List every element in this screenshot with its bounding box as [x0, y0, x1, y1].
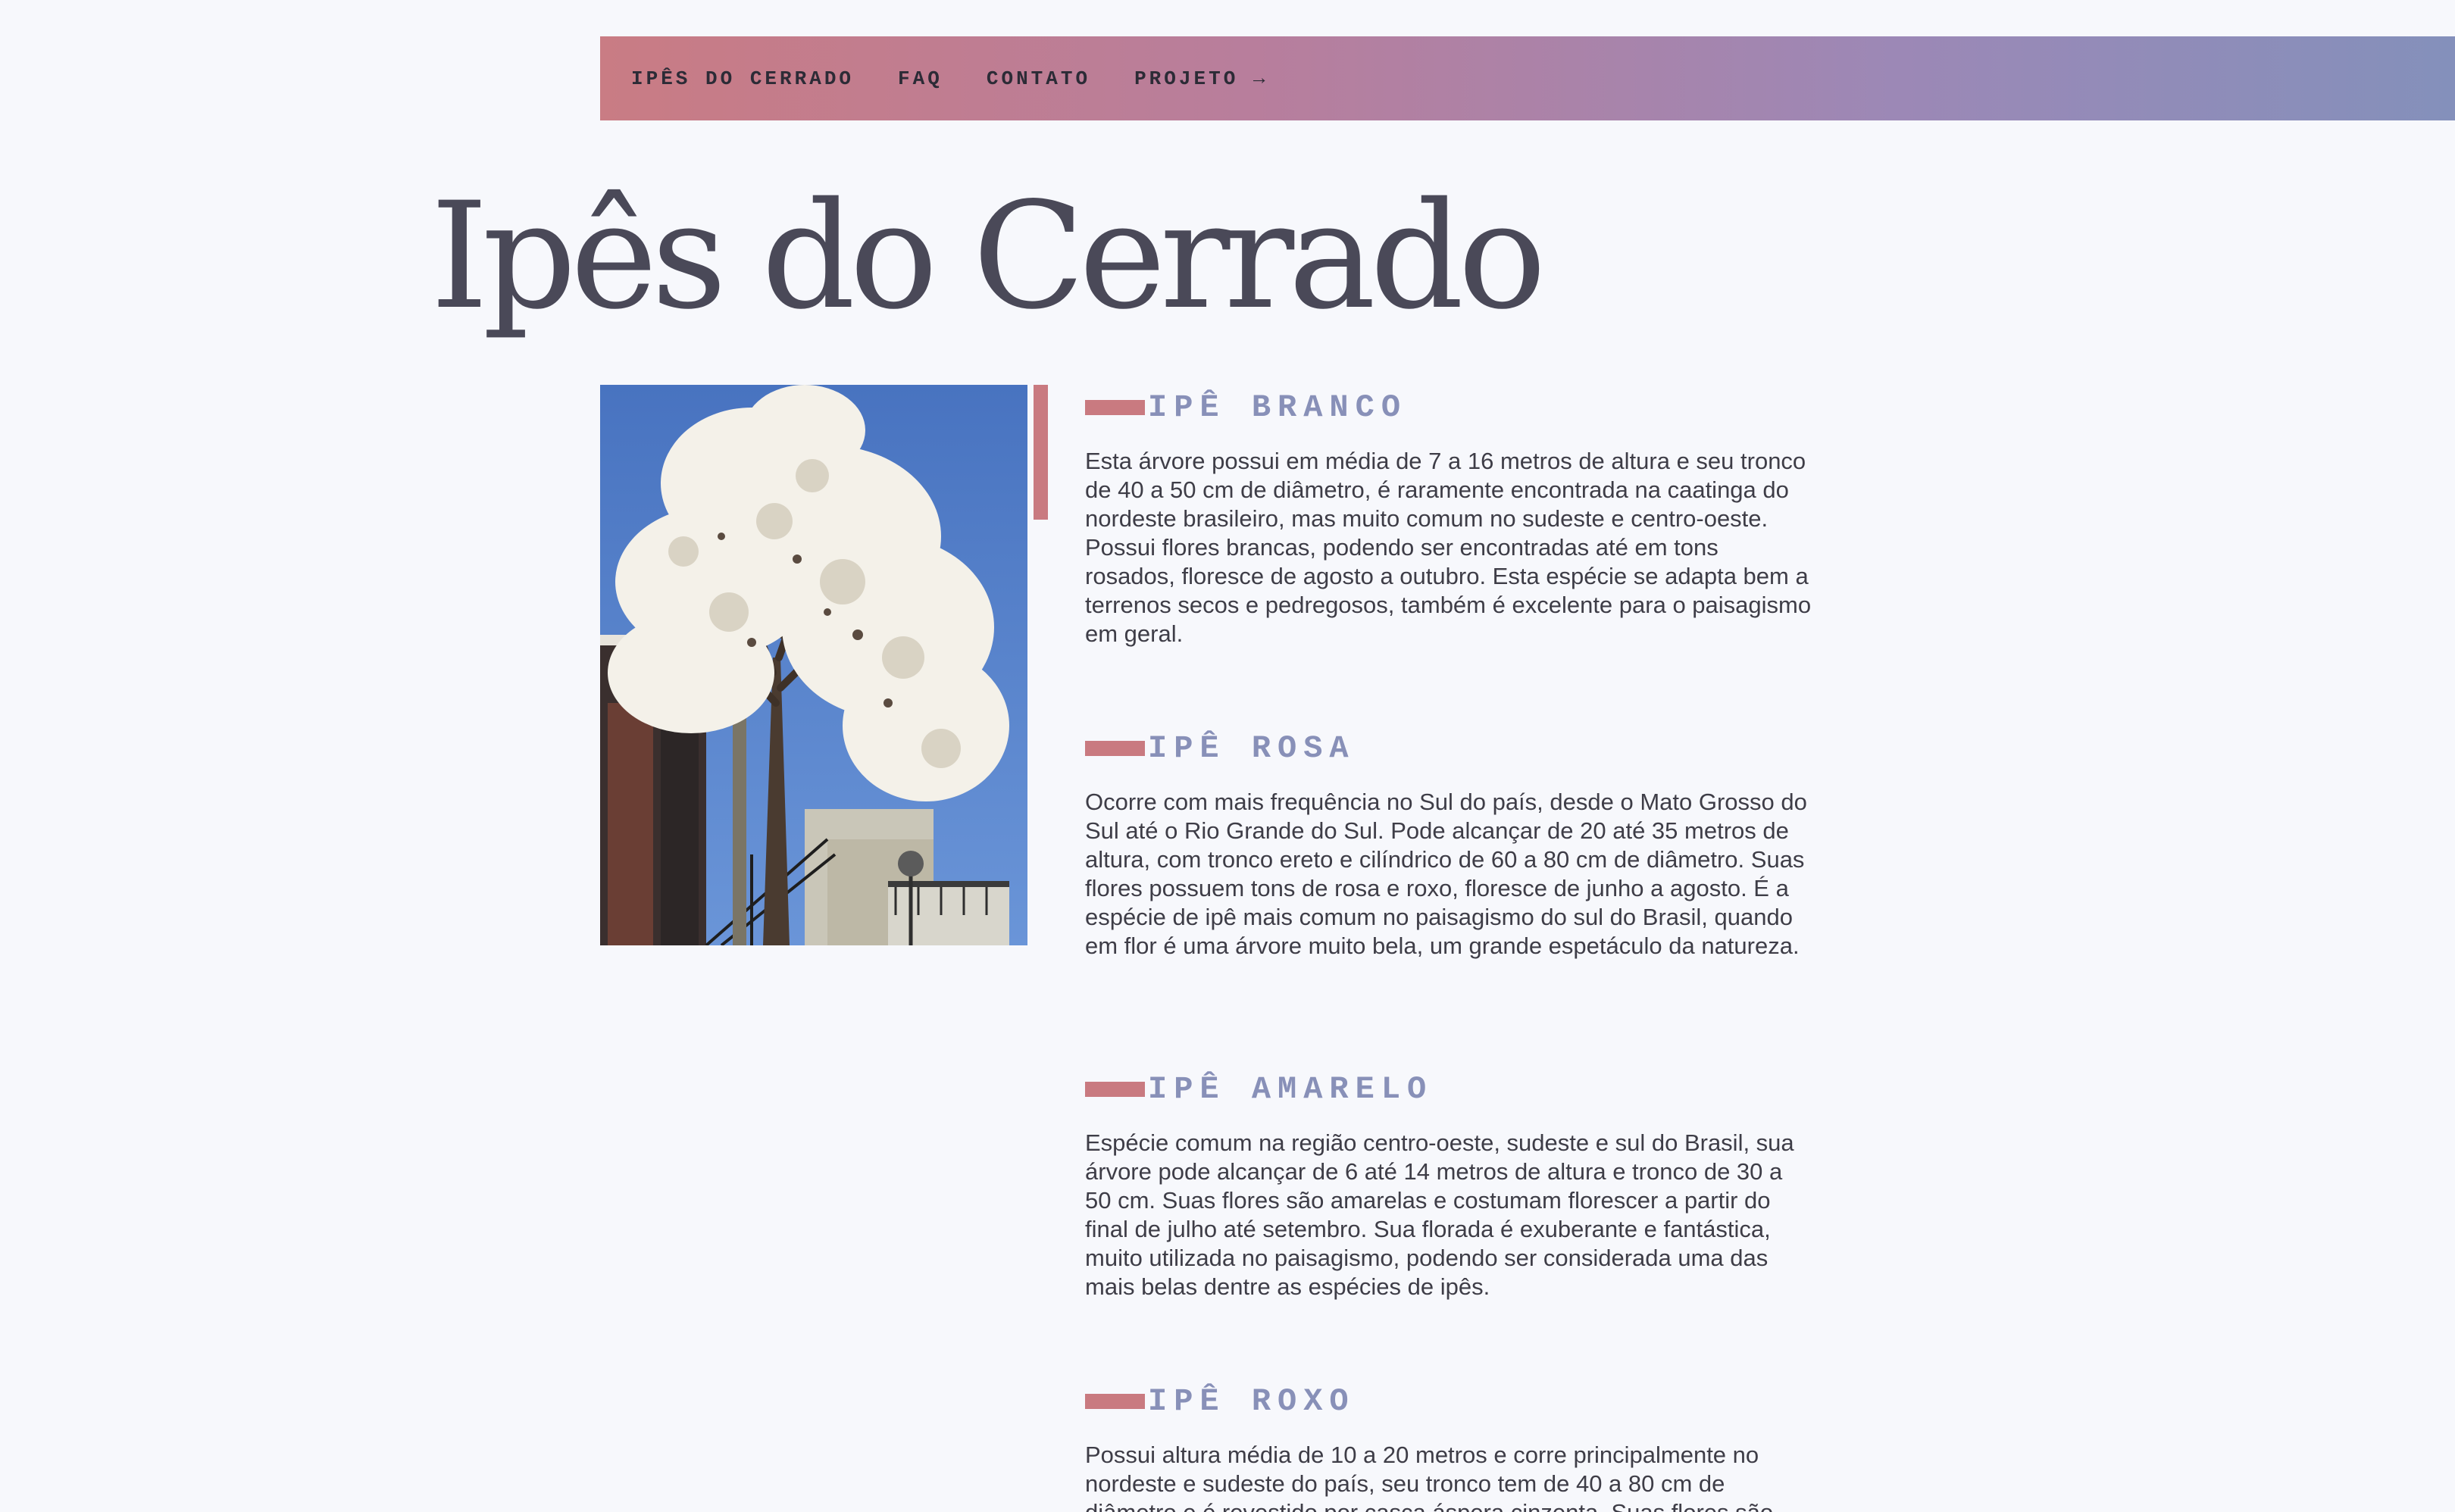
- heading-marker: [1085, 1082, 1145, 1097]
- section-description: Espécie comum na região centro-oeste, su…: [1085, 1129, 1794, 1300]
- heading-marker: [1085, 1394, 1145, 1409]
- top-navbar: IPÊS DO CERRADO FAQ CONTATO PROJETO →: [600, 36, 2455, 120]
- section-ipe-roxo: IPÊ ROXO Possui altura média de 10 a 20 …: [1085, 1379, 1812, 1512]
- section-description: Possui altura média de 10 a 20 metros e …: [1085, 1442, 1773, 1512]
- section-title: IPÊ AMARELO: [1148, 1071, 1434, 1107]
- nav-link-faq[interactable]: FAQ: [898, 67, 943, 90]
- nav-link-contato[interactable]: CONTATO: [987, 67, 1090, 90]
- section-heading: IPÊ BRANCO: [1085, 385, 1812, 430]
- section-ipe-rosa: IPÊ ROSA Ocorre com mais frequência no S…: [1085, 726, 1812, 961]
- section-title: IPÊ ROXO: [1148, 1383, 1356, 1420]
- section-title: IPÊ ROSA: [1148, 730, 1356, 767]
- section-heading: IPÊ ROXO: [1085, 1379, 1812, 1424]
- nav-link-projeto[interactable]: PROJETO →: [1134, 67, 1268, 90]
- section-ipe-branco: IPÊ BRANCO Esta árvore possui em média d…: [1085, 385, 1812, 648]
- section-title: IPÊ BRANCO: [1148, 389, 1408, 426]
- heading-marker: [1085, 741, 1145, 756]
- heading-marker: [1085, 400, 1145, 415]
- nav-link-ipes-do-cerrado[interactable]: IPÊS DO CERRADO: [631, 67, 854, 90]
- page-title: Ipês do Cerrado: [430, 170, 1546, 342]
- section-ipe-amarelo: IPÊ AMARELO Espécie comum na região cent…: [1085, 1067, 1812, 1301]
- section-description: Ocorre com mais frequência no Sul do paí…: [1085, 789, 1807, 959]
- decorative-accent-bar: [1034, 385, 1048, 520]
- section-description: Esta árvore possui em média de 7 a 16 me…: [1085, 448, 1812, 647]
- white-ipe-tree-photo: [600, 385, 1027, 945]
- section-heading: IPÊ ROSA: [1085, 726, 1812, 771]
- section-heading: IPÊ AMARELO: [1085, 1067, 1812, 1112]
